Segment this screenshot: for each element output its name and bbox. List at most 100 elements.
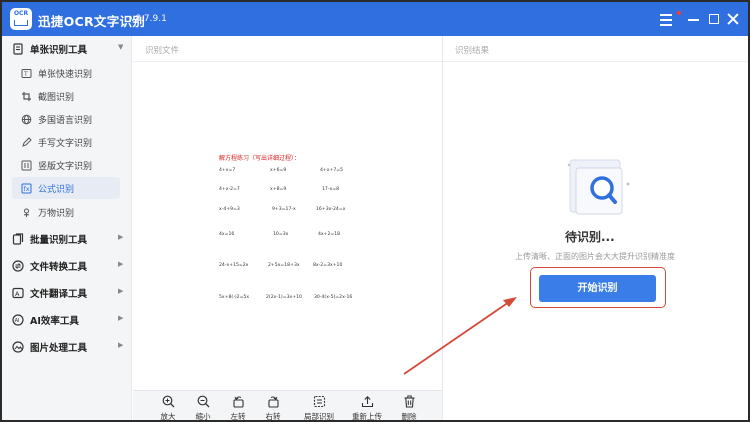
rotate-right-icon <box>268 396 279 408</box>
sidebar-group-batch[interactable]: 批量识别工具 ▶ <box>2 228 132 250</box>
zoom-out-button[interactable]: 缩小 <box>185 395 221 421</box>
waiting-status: 待识别... <box>565 230 615 244</box>
ocr-logo-icon: OCR <box>10 8 32 30</box>
sidebar-group-label: 单张识别工具 <box>30 45 88 56</box>
sidebar-item-objects[interactable]: 万物识别 <box>12 201 120 223</box>
flower-icon <box>23 208 30 217</box>
vertical-text-icon <box>21 160 32 171</box>
chevron-right-icon: ▶ <box>118 314 124 322</box>
rotate-left-button[interactable]: 左转 <box>220 395 256 421</box>
rotate-right-button[interactable]: 右转 <box>255 395 291 421</box>
sidebar-item-label: 多国语言识别 <box>38 116 93 126</box>
equation: 4+x-2=7 <box>219 187 240 192</box>
result-panel-header: 识别结果 <box>443 36 748 62</box>
sidebar-item-label: 万物识别 <box>38 209 75 219</box>
notification-dot-icon <box>677 11 681 15</box>
delete-icon <box>404 395 415 408</box>
app-window: OCR 迅捷OCR文字识别 v8.7.9.1 单张识别工具 ▼ T 单张快速识别… <box>0 0 750 422</box>
sidebar-item-label: 竖版文字识别 <box>38 162 93 172</box>
app-version: v8.7.9.1 <box>130 14 167 24</box>
upload-hint: 上传清晰、正面的图片会大大提升识别精准度 <box>515 252 675 261</box>
reupload-button[interactable]: 重新上传 <box>349 395 385 421</box>
ai-icon: AI <box>12 314 24 326</box>
svg-text:T: T <box>23 71 28 78</box>
sidebar-group-single[interactable]: 单张识别工具 ▼ <box>2 38 132 60</box>
minimize-icon[interactable] <box>685 10 703 28</box>
zoom-in-button[interactable]: 放大 <box>150 395 186 421</box>
chevron-right-icon: ▶ <box>118 341 124 349</box>
sidebar-item-vertical[interactable]: 竖版文字识别 <box>12 154 120 176</box>
rotate-left-icon <box>233 396 244 408</box>
menu-icon[interactable] <box>657 10 675 28</box>
file-panel-header: 识别文件 <box>133 36 442 62</box>
preview-toolbar: 放大 缩小 左转 右转 局部识别 重新上传 删除 <box>133 390 442 421</box>
sidebar-item-handwriting[interactable]: 手写文字识别 <box>12 131 120 153</box>
sidebar-group-label: AI效率工具 <box>30 316 79 327</box>
image-tool-icon <box>12 341 24 353</box>
upload-icon <box>361 396 374 408</box>
sidebar-item-label: 手写文字识别 <box>38 139 93 149</box>
chevron-right-icon: ▶ <box>118 260 124 268</box>
equation: 9+3=17-x <box>272 207 296 212</box>
chevron-down-icon: ▼ <box>118 43 124 51</box>
chevron-right-icon: ▶ <box>118 287 124 295</box>
sidebar-group-translate[interactable]: A 文件翻译工具 ▶ <box>2 282 132 304</box>
sidebar-group-ai[interactable]: AI AI效率工具 ▶ <box>2 309 132 331</box>
sidebar-item-label: 单张快速识别 <box>38 70 93 80</box>
sidebar-item-multilang[interactable]: 多国语言识别 <box>12 108 120 130</box>
crop-icon <box>22 92 31 101</box>
equation: x+6=9 <box>270 168 287 173</box>
toolbar-label: 局部识别 <box>304 412 334 421</box>
svg-text:AI: AI <box>15 318 20 324</box>
equation: x-4+9=3 <box>219 207 240 212</box>
sidebar-group-label: 图片处理工具 <box>30 343 88 354</box>
logo-text: OCR <box>13 10 29 17</box>
chevron-right-icon: ▶ <box>118 233 124 241</box>
toolbar-label: 删除 <box>401 412 417 421</box>
translate-icon: A <box>12 287 24 299</box>
sidebar-item-label: 截图识别 <box>38 93 75 103</box>
equation: 8x-2=3x+10 <box>313 263 343 268</box>
equation: 24-x+15=2x <box>219 263 249 268</box>
title-bar: OCR 迅捷OCR文字识别 v8.7.9.1 <box>2 2 748 36</box>
sidebar: 单张识别工具 ▼ T 单张快速识别 截图识别 多国语言识别 手写文字识别 竖版文… <box>2 36 132 420</box>
partial-recognize-button[interactable]: 局部识别 <box>301 395 337 421</box>
image-text-icon: T <box>21 69 32 78</box>
toolbar-label: 缩小 <box>195 412 211 421</box>
equation: 2+5x=18+3x <box>268 263 300 268</box>
maximize-icon[interactable] <box>705 10 723 28</box>
sidebar-item-label: 公式识别 <box>38 185 75 195</box>
toolbar-label: 左转 <box>230 412 246 421</box>
panel-divider <box>442 36 443 420</box>
sidebar-group-label: 文件翻译工具 <box>30 289 88 300</box>
convert-icon <box>12 260 24 272</box>
formula-icon: fx <box>21 183 32 194</box>
scan-doc-icon <box>13 43 23 55</box>
start-recognition-button[interactable]: 开始识别 <box>539 275 656 302</box>
close-icon[interactable] <box>724 10 742 28</box>
pen-icon <box>22 137 32 147</box>
equation: 30-4(x-5)=2x-16 <box>314 295 353 300</box>
globe-icon <box>21 114 32 125</box>
sidebar-group-image[interactable]: 图片处理工具 ▶ <box>2 336 132 358</box>
svg-text:fx: fx <box>24 185 30 193</box>
toolbar-label: 放大 <box>160 412 176 421</box>
equation: 16+3x-24=x <box>316 207 346 212</box>
document-preview[interactable]: 解方程练习（写出详细过程）： 4+x=7 x+6=9 4+x+7=5 4+x-2… <box>133 62 442 390</box>
delete-button[interactable]: 删除 <box>391 395 427 421</box>
equation: 17-x=8 <box>322 187 339 192</box>
sidebar-item-quick[interactable]: T 单张快速识别 <box>12 62 120 84</box>
sidebar-item-formula[interactable]: fx 公式识别 <box>12 177 120 199</box>
zoom-out-icon <box>197 395 210 408</box>
equation: 5x+8(-)2=5x <box>219 295 250 300</box>
toolbar-label: 右转 <box>265 412 281 421</box>
waiting-document-icon <box>567 159 630 215</box>
svg-text:A: A <box>15 290 20 298</box>
equation: x+8=9 <box>270 187 287 192</box>
toolbar-label: 重新上传 <box>352 412 382 421</box>
sidebar-group-convert[interactable]: 文件转换工具 ▶ <box>2 255 132 277</box>
equation: 4x=16 <box>219 232 235 237</box>
equation: 4+x+7=5 <box>320 168 344 173</box>
sidebar-group-label: 批量识别工具 <box>30 235 88 246</box>
sidebar-item-screenshot[interactable]: 截图识别 <box>12 85 120 107</box>
